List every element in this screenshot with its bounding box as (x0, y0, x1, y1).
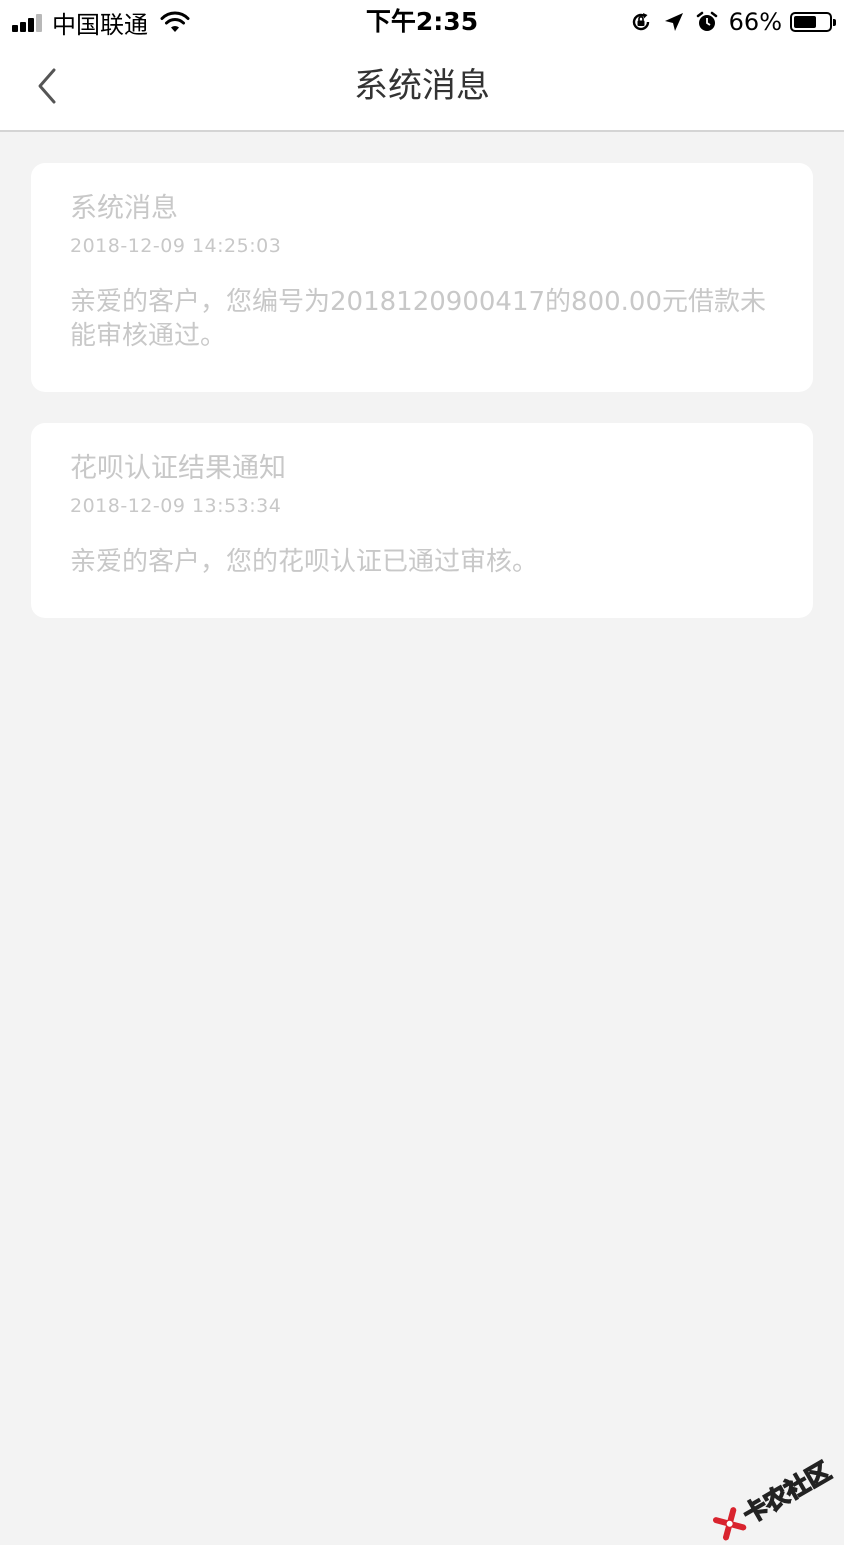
battery-percent: 66% (728, 8, 782, 36)
message-title: 花呗认证结果通知 (70, 453, 286, 484)
status-bar: 中国联通 下午2:35 66% (0, 0, 844, 44)
message-time: 2018-12-09 13:53:34 (70, 495, 282, 517)
battery-icon (790, 12, 836, 32)
status-bar-right: 66% (629, 6, 836, 38)
orientation-lock-icon (632, 13, 649, 31)
alarm-icon (696, 11, 717, 31)
watermark: 卡农社区 (709, 1452, 836, 1545)
page-title: 系统消息 (354, 66, 490, 106)
watermark-text: 卡农社区 (738, 1456, 837, 1530)
nav-bar: 系统消息 (0, 44, 844, 132)
message-card[interactable]: 花呗认证结果通知 2018-12-09 13:53:34 亲爱的客户，您的花呗认… (31, 423, 813, 618)
message-title: 系统消息 (70, 193, 178, 224)
message-body: 亲爱的客户，您的花呗认证已通过审核。 (70, 547, 539, 577)
message-body: 亲爱的客户，您编号为2018120900417的800.00元借款未能审核通过。 (70, 287, 767, 351)
location-arrow-icon (664, 13, 683, 31)
message-time: 2018-12-09 14:25:03 (70, 235, 282, 257)
message-card[interactable]: 系统消息 2018-12-09 14:25:03 亲爱的客户，您编号为20181… (31, 163, 813, 392)
